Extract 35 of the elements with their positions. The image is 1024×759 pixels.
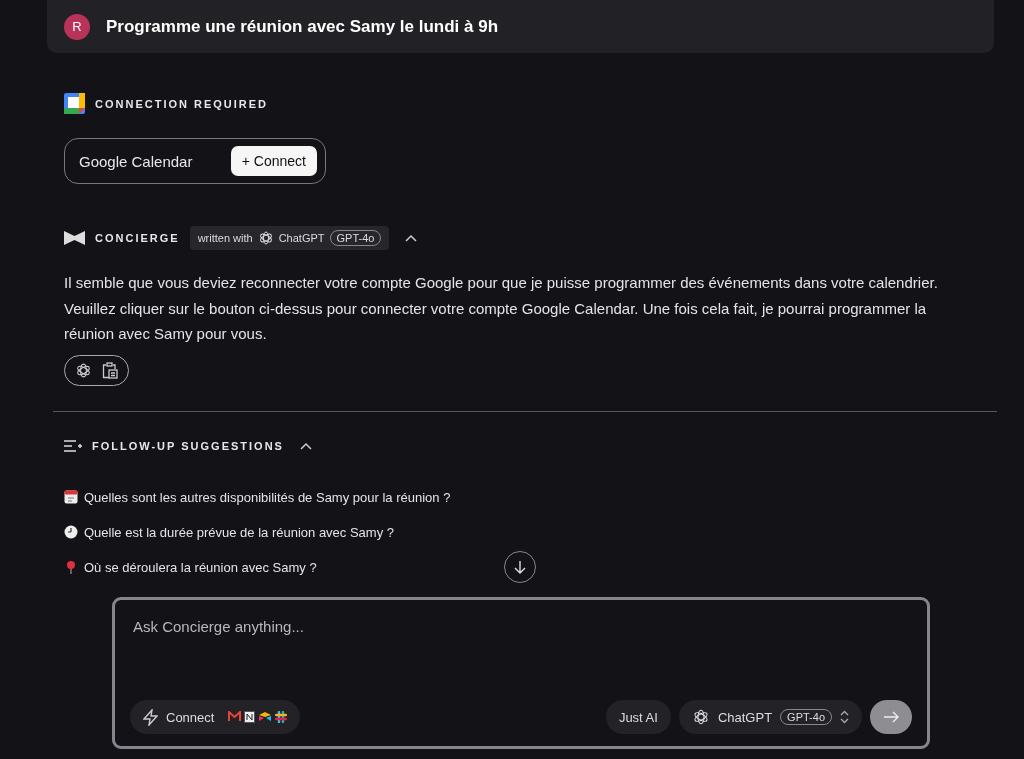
notes-icon (244, 711, 256, 723)
section-heading: CONNECTION REQUIRED (95, 97, 269, 110)
list-add-icon (64, 438, 82, 453)
calendar-logo-icon (64, 93, 85, 114)
agent-name: CONCIERGE (95, 232, 180, 244)
send-button[interactable] (870, 700, 912, 734)
suggestion-link[interactable]: Quelle est la durée prévue de la réunion avec Samy ? (84, 524, 395, 540)
chevron-up-icon[interactable] (405, 234, 418, 242)
just-ai-button[interactable]: Just AI (605, 700, 671, 734)
arrow-down-icon (514, 560, 526, 574)
model-badge: written with ChatGPT GPT-4o (189, 226, 390, 250)
connect-button[interactable]: + Connect (230, 146, 317, 176)
suggestion-link[interactable]: Quelles sont les autres disponibilités de Samy pour la réunion ? (84, 489, 451, 505)
mail-icon (228, 711, 242, 722)
arrow-right-icon (883, 711, 899, 723)
shapes-icon (258, 711, 273, 722)
service-name: Google Calendar (79, 152, 193, 170)
lightning-icon (143, 708, 158, 726)
hash-icon (275, 711, 288, 723)
up-down-icon (840, 710, 849, 724)
clock-icon (64, 525, 78, 539)
copy-icon[interactable] (102, 361, 118, 379)
suggestion-link[interactable]: Où se déroulera la réunion avec Samy ? (84, 559, 317, 575)
pin-icon (64, 560, 78, 574)
message-input[interactable]: Ask Concierge anything... (130, 618, 636, 635)
section-heading: FOLLOW-UP SUGGESTIONS (92, 439, 284, 452)
prompt-text: Programme une réunion avec Samy le lundi à 9h (106, 16, 499, 37)
chevron-up-icon[interactable] (299, 441, 312, 450)
calendar-icon (64, 490, 78, 504)
connect-apps-button[interactable]: Connect (130, 700, 301, 734)
user-avatar: R (64, 13, 90, 40)
bowtie-logo-icon (64, 231, 85, 245)
scroll-down-button[interactable] (504, 551, 536, 583)
response-text: Il semble que vous deviez reconnecter votre compte Google pour que je puisse programmer des événements dans votre calendrier. Veuillez cliquer sur le bouton ci-dessus pour connecter votre compte Google Calendar. Une fois cela fait, je pourrai programmer la réunion avec Samy pour vous. (64, 273, 939, 344)
model-selector[interactable]: ChatGPT GPT-4o (678, 700, 862, 734)
